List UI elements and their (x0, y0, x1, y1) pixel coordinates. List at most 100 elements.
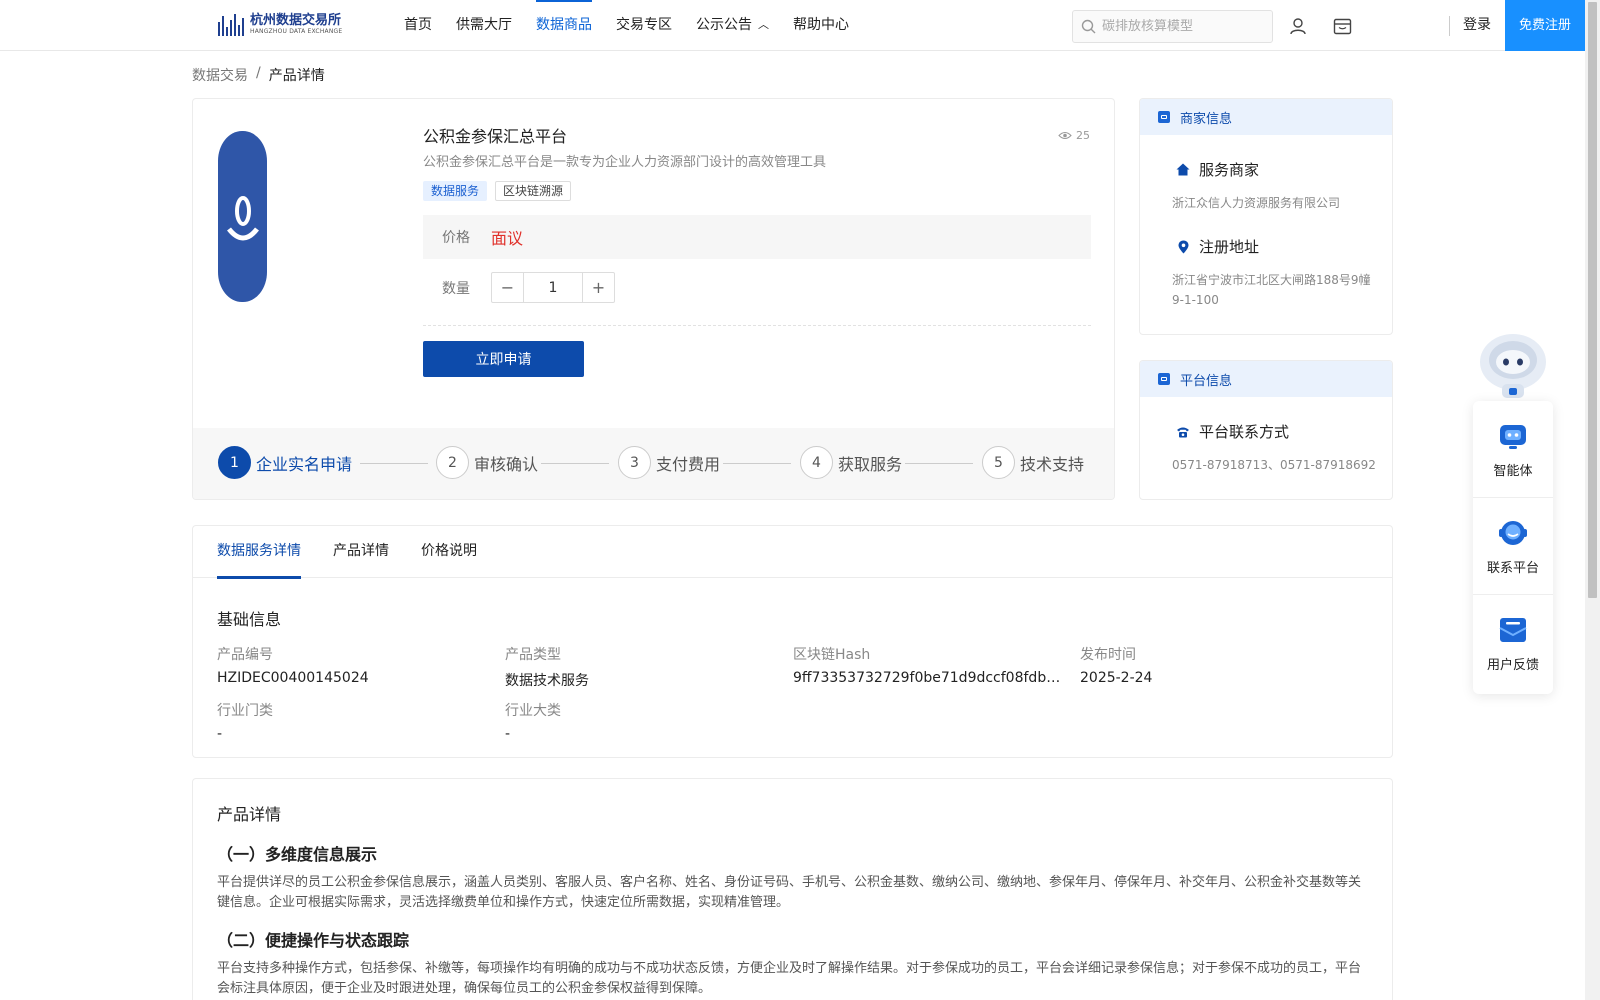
product-logo-icon (218, 131, 267, 302)
quantity-row: 数量 − + (423, 272, 615, 303)
nav-help-center[interactable]: 帮助中心 (781, 0, 861, 50)
service-detail-card: 数据服务详情 产品详情 价格说明 基础信息 产品编号 HZIDEC0040014… (192, 525, 1393, 758)
field-label: 产品类型 (505, 647, 561, 663)
search-input[interactable] (1102, 19, 1262, 34)
platform-info-title: 平台信息 (1180, 373, 1233, 389)
headset-icon (1497, 517, 1529, 549)
search-icon (1081, 19, 1096, 34)
chevron-up-icon: ︿ (758, 18, 769, 31)
quantity-stepper: − + (491, 272, 615, 303)
field-publish-date: 发布时间 2025-2-24 (1080, 644, 1340, 686)
field-label: 行业大类 (505, 703, 561, 719)
field-product-code: 产品编号 HZIDEC00400145024 (217, 644, 477, 686)
field-label: 区块链Hash (793, 647, 871, 663)
logo-bars-icon (218, 14, 244, 36)
field-value: - (217, 726, 223, 742)
product-card: 公积金参保汇总平台 25 公积金参保汇总平台是一款专为企业人力资源部门设计的高效… (192, 98, 1115, 500)
platform-contact-value: 0571-87918713、0571-87918692 (1172, 458, 1376, 472)
phone-icon (1175, 426, 1191, 438)
contact-platform-label: 联系平台 (1486, 560, 1539, 576)
field-value: 2025-2-24 (1080, 670, 1153, 686)
register-button[interactable]: 免费注册 (1505, 0, 1585, 51)
platform-contact-label: 平台联系方式 (1199, 423, 1290, 441)
step-number: 4 (800, 446, 833, 479)
step-label: 获取服务 (838, 454, 903, 474)
tag-data-service: 数据服务 (423, 181, 488, 201)
user-feedback-button[interactable]: 用户反馈 (1473, 595, 1553, 692)
breadcrumb-separator: / (256, 65, 261, 81)
quantity-input[interactable] (523, 273, 583, 302)
store-icon[interactable] (1331, 15, 1353, 37)
nav-supply-demand[interactable]: 供需大厅 (444, 0, 524, 50)
nav-announcements[interactable]: 公示公告 ︿ (684, 0, 781, 50)
field-value: HZIDEC00400145024 (217, 670, 369, 686)
step-label: 技术支持 (1020, 454, 1085, 474)
view-count: 25 (1058, 129, 1090, 142)
header-divider (1449, 16, 1450, 36)
step-number: 2 (436, 446, 469, 479)
scrollbar-thumb[interactable] (1588, 2, 1597, 598)
smart-agent-button[interactable]: 智能体 (1473, 401, 1553, 498)
product-description: 公积金参保汇总平台是一款专为企业人力资源部门设计的高效管理工具 (423, 155, 827, 170)
field-label: 行业门类 (217, 703, 273, 719)
page-scrollbar[interactable] (1585, 0, 1600, 1000)
breadcrumb-root[interactable]: 数据交易 (192, 65, 248, 85)
detail-tabs: 数据服务详情 产品详情 价格说明 (193, 526, 1392, 579)
nav-data-products[interactable]: 数据商品 (524, 0, 604, 50)
step-label: 审核确认 (474, 454, 539, 474)
main-nav: 首页 供需大厅 数据商品 交易专区 公示公告 ︿ 帮助中心 (392, 0, 861, 50)
step-connector (360, 463, 428, 464)
plus-icon: + (591, 278, 606, 297)
contact-platform-button[interactable]: 联系平台 (1473, 498, 1553, 595)
registered-address-label: 注册地址 (1199, 238, 1260, 256)
tab-price-info[interactable]: 价格说明 (421, 526, 477, 578)
price-row: 价格 面议 (423, 215, 1091, 259)
merchant-info-panel: 商家信息 服务商家 浙江众信人力资源服务有限公司 注册地址 浙江省宁波市江北区大… (1139, 98, 1393, 335)
top-header: 杭州数据交易所 HANGZHOU DATA EXCHANGE 首页 供需大厅 数… (0, 0, 1585, 51)
tag-blockchain: 区块链溯源 (495, 181, 572, 201)
view-count-value: 25 (1076, 129, 1090, 142)
nav-home[interactable]: 首页 (392, 0, 444, 50)
robot-mascot-icon[interactable] (1474, 326, 1552, 402)
login-link[interactable]: 登录 (1463, 0, 1491, 50)
minus-icon: − (500, 278, 515, 297)
step-1: 1 企业实名申请 (218, 446, 352, 479)
decrease-button[interactable]: − (492, 273, 523, 302)
field-label: 发布时间 (1080, 647, 1136, 663)
field-value: 数据技术服务 (505, 673, 589, 689)
step-connector (541, 463, 609, 464)
price-label: 价格 (442, 230, 470, 246)
increase-button[interactable]: + (583, 273, 614, 302)
service-merchant-name: 浙江众信人力资源服务有限公司 (1172, 196, 1341, 210)
apply-now-button[interactable]: 立即申请 (423, 341, 584, 377)
platform-icon (1158, 373, 1170, 385)
basic-info-title: 基础信息 (217, 610, 282, 629)
merchant-icon (1158, 111, 1170, 123)
eye-icon (1058, 132, 1072, 139)
step-label: 企业实名申请 (256, 454, 353, 474)
platform-contact-title: 平台联系方式 (1175, 421, 1392, 442)
platform-info-header: 平台信息 (1140, 361, 1392, 397)
service-merchant-label: 服务商家 (1199, 161, 1260, 179)
section-text: 平台支持多种操作方式，包括参保、补缴等，每项操作均有明确的成功与不成功状态反馈，… (217, 961, 1362, 996)
user-icon[interactable] (1287, 15, 1309, 37)
step-number: 1 (218, 446, 251, 479)
field-value: 9ff73353732729f0be71d9dccf08fdb581c5… (793, 670, 1065, 686)
section-heading: （二）便捷操作与状态跟踪 (217, 931, 410, 950)
quantity-label: 数量 (442, 280, 470, 297)
nav-trading-zone[interactable]: 交易专区 (604, 0, 684, 50)
breadcrumb-current: 产品详情 (268, 68, 325, 84)
step-label: 支付费用 (656, 454, 721, 474)
bot-icon (1497, 420, 1529, 452)
merchant-info-title: 商家信息 (1180, 111, 1233, 127)
step-4: 4 获取服务 (800, 446, 902, 479)
step-5: 5 技术支持 (982, 446, 1084, 479)
step-3: 3 支付费用 (618, 446, 720, 479)
field-industry-major: 行业大类 - (505, 700, 765, 742)
tab-product-details[interactable]: 产品详情 (333, 526, 389, 578)
tab-service-details[interactable]: 数据服务详情 (217, 526, 301, 579)
logo-name: 杭州数据交易所 (250, 13, 342, 28)
home-icon (1175, 163, 1191, 176)
field-blockchain-hash: 区块链Hash 9ff73353732729f0be71d9dccf08fdb5… (793, 644, 1065, 686)
site-logo[interactable]: 杭州数据交易所 HANGZHOU DATA EXCHANGE (218, 11, 342, 39)
